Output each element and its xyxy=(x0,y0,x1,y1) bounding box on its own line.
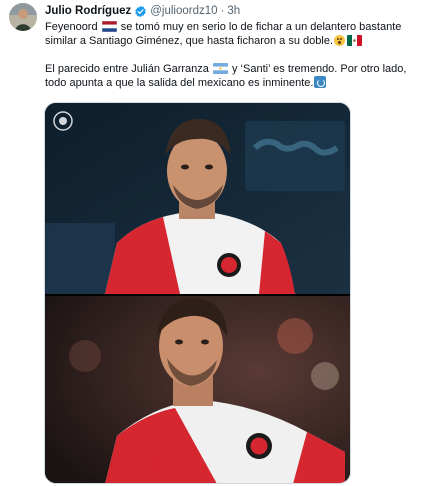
argentina-flag-icon xyxy=(212,63,228,74)
mexico-flag-icon xyxy=(347,35,362,46)
tweet-text: Feyenoord se tomó muy en serio lo de fic… xyxy=(45,20,425,90)
tweet-timestamp[interactable]: 3h xyxy=(227,3,240,19)
author-handle[interactable]: @julioordz10 xyxy=(150,3,217,19)
tweet-header: Julio Rodríguez @julioordz10 · 3h xyxy=(45,3,240,19)
photo-gimenez[interactable] xyxy=(45,296,350,483)
header-separator: · xyxy=(220,5,225,17)
verified-badge-icon xyxy=(134,5,147,18)
tweet-paragraph-1: Feyenoord se tomó muy en serio lo de fic… xyxy=(45,20,425,48)
tweet-paragraph-2: El parecido entre Julián Garranza y ‘San… xyxy=(45,62,425,90)
tweet-media-grid[interactable] xyxy=(44,102,351,484)
photo-garranza[interactable] xyxy=(45,103,350,294)
tweet-card[interactable]: Julio Rodríguez @julioordz10 · 3h Feyeno… xyxy=(0,0,431,486)
tweet-text-segment: El parecido entre Julián Garranza xyxy=(45,63,212,75)
author-avatar[interactable] xyxy=(9,3,37,31)
flushed-face-icon xyxy=(334,35,345,46)
author-display-name[interactable]: Julio Rodríguez xyxy=(45,3,131,19)
netherlands-flag-icon xyxy=(101,21,117,32)
feyenoord-mention[interactable]: Feyenoord xyxy=(45,21,98,33)
repeat-loop-icon xyxy=(314,76,327,88)
